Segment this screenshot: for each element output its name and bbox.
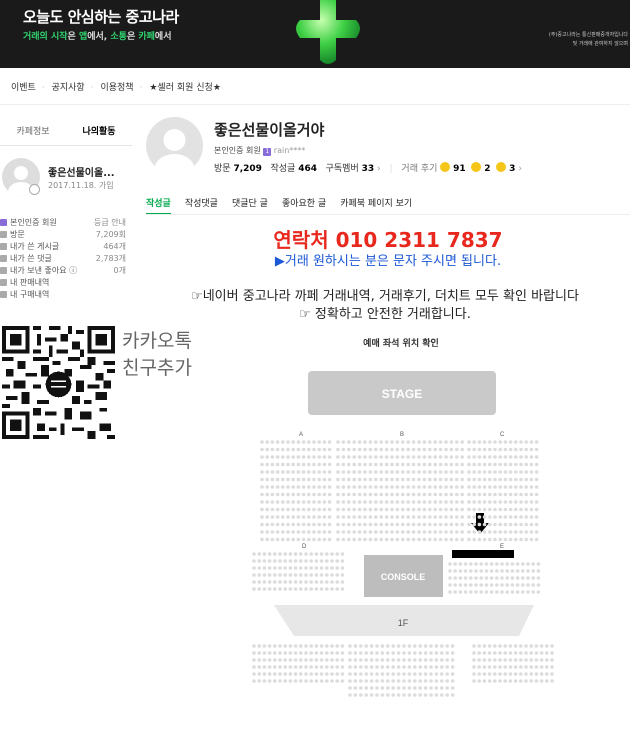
settings-icon[interactable] [29, 184, 40, 195]
profile-name: 좋은선물이올거야 [214, 121, 325, 139]
purchase-icon [0, 291, 7, 298]
console-label: CONSOLE [381, 572, 426, 582]
seat-map-title: 예매 좌석 위치 확인 [363, 339, 439, 349]
top-banner[interactable]: 오늘도 안심하는 중고나라 거래의 시작은 앱에서, 소통은 카페에서 (주)중… [0, 0, 630, 68]
stat-my-comments[interactable]: 내가 쓴 댓글 2,783개 [0, 253, 126, 265]
heart-icon [0, 267, 7, 274]
cafe-menu: 이벤트 · 공지사항 · 이용정책 · ★셀러 회원 신청★ [11, 83, 221, 93]
menu-item-notice[interactable]: 공지사항 [52, 83, 85, 93]
tab-commented-posts[interactable]: 댓글단 글 [232, 196, 268, 215]
stat-purchase-history[interactable]: 내 구매내역 [0, 289, 126, 301]
subscriber-link[interactable]: 구독멤버 33 › [326, 164, 381, 174]
menu-item-seller[interactable]: ★셀러 회원 신청★ [149, 83, 221, 93]
seat-map: STAGE CONSOLE 1F A B C D E [214, 356, 588, 716]
menu-divider [0, 104, 630, 105]
tab-my-activity[interactable]: 나의활동 [66, 118, 132, 145]
verification-notice: ☞네이버 중고나라 까페 거래내역, 거래후기, 더치트 모두 확인 바랍니다 [191, 289, 579, 304]
contact-phone: 연락처 010 2311 7837 [273, 228, 503, 252]
sales-icon [0, 279, 7, 286]
menu-item-policy[interactable]: 이용정책 [100, 83, 133, 93]
stage-label: STAGE [382, 387, 422, 401]
stat-my-likes[interactable]: 내가 보낸 좋아요 ⓘ 0개 [0, 265, 126, 277]
sidebar-username[interactable]: 좋은선물이올... [48, 164, 115, 179]
tab-comments[interactable]: 작성댓글 [185, 196, 218, 215]
visit-icon [0, 231, 7, 238]
stat-my-posts[interactable]: 내가 쓴 게시글 464개 [0, 241, 126, 253]
banner-title: 오늘도 안심하는 중고나라 [23, 8, 179, 26]
kakao-friend-text: 카카오톡 친구추가 [122, 330, 192, 379]
kakaotalk-qr-code [2, 326, 115, 439]
stat-verified: 본인인증 회원 등급 안내 [0, 217, 126, 229]
verified-icon [0, 219, 7, 226]
section-label-d: D [302, 544, 307, 550]
post-icon [0, 243, 7, 250]
tab-cafe-info[interactable]: 카페정보 [0, 118, 66, 145]
grade-badge-icon: 1 [263, 148, 272, 156]
seat-map-image: STAGE CONSOLE 1F A B C D E [214, 356, 588, 716]
tab-posts[interactable]: 작성글 [146, 196, 171, 215]
profile-stats: 방문 7,209 작성글 464 구독멤버 33 › | 거래 후기 91 2 … [214, 162, 522, 174]
stat-visits: 방문 7,209회 [0, 229, 126, 241]
floor-label: 1F [398, 618, 409, 628]
banner-note: (주)중고나라는 통신판매중개자입니다 및 거래에 관여하지 않으며 [548, 32, 628, 47]
profile-avatar [146, 117, 203, 174]
clover-logo-icon [296, 0, 360, 64]
reviews-chevron-icon[interactable]: › [518, 164, 522, 174]
grade-guide-link[interactable]: 등급 안내 [94, 217, 126, 229]
sad-face-icon [496, 162, 507, 172]
banner-subtitle: 거래의 시작은 앱에서, 소통은 카페에서 [23, 32, 172, 42]
tabs-divider [146, 214, 630, 215]
section-label-e: E [500, 544, 504, 550]
sidebar: 카페정보 나의활동 [0, 118, 132, 146]
stat-sales-history[interactable]: 내 판매내역 [0, 277, 126, 289]
section-label-b: B [400, 432, 404, 438]
comment-icon [0, 255, 7, 262]
tab-liked-posts[interactable]: 좋아요한 글 [282, 196, 326, 215]
tab-cafebook[interactable]: 카페북 페이지 보기 [340, 196, 412, 215]
profile-userid: rain**** [273, 146, 306, 155]
safe-trade-notice: ☞ 정확하고 안전한 거래합니다. [299, 307, 471, 322]
menu-item-event[interactable]: 이벤트 [11, 83, 36, 93]
section-label-c: C [500, 432, 505, 438]
sidebar-stats: 본인인증 회원 등급 안내 방문 7,209회 내가 쓴 게시글 464개 내가… [0, 217, 126, 301]
sidebar-join-date: 2017.11.18. 가입 [48, 181, 114, 190]
profile-meta: 본인인증 회원 1 rain**** [214, 146, 306, 156]
sidebar-tabs: 카페정보 나의활동 [0, 118, 132, 146]
section-label-a: A [299, 432, 303, 438]
smile-face-icon [440, 162, 451, 172]
activity-tabs: 작성글 작성댓글 댓글단 글 좋아요한 글 카페북 페이지 보기 [146, 196, 412, 215]
neutral-face-icon [471, 162, 482, 172]
trade-notice: ▶거래 원하시는 분은 문자 주시면 됩니다. [274, 254, 502, 269]
